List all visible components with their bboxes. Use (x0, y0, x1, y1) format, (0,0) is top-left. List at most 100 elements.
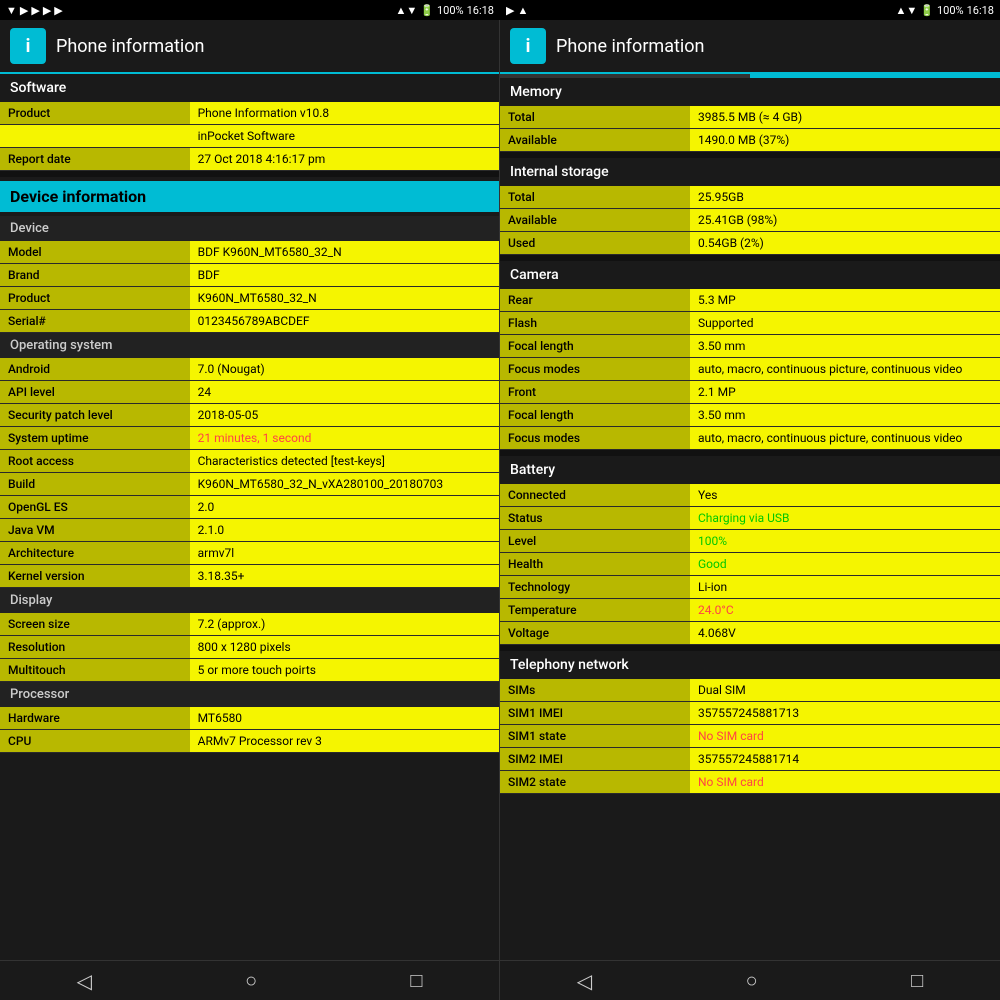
telephony-table: SIMs Dual SIM SIM1 IMEI 357557245881713 … (500, 679, 1000, 794)
label-front: Front (500, 381, 690, 404)
value-serial: 0123456789ABCDEF (190, 310, 499, 333)
value-total-mem: 3985.5 MB (≈ 4 GB) (690, 106, 1000, 129)
label-serial: Serial# (0, 310, 190, 333)
table-row: inPocket Software (0, 125, 499, 148)
storage-section-header: Internal storage (500, 158, 1000, 186)
table-row: Connected Yes (500, 484, 1000, 507)
back-button-r[interactable]: ◁ (577, 969, 592, 993)
table-row: Health Good (500, 553, 1000, 576)
value-front: 2.1 MP (690, 381, 1000, 404)
notification-icon-2: ▶ (20, 4, 28, 17)
label-build: Build (0, 473, 190, 496)
table-row: Hardware MT6580 (0, 707, 499, 730)
battery-table: Connected Yes Status Charging via USB Le… (500, 484, 1000, 645)
memory-section-header: Memory (500, 78, 1000, 106)
table-row: Multitouch 5 or more touch poirts (0, 659, 499, 682)
value-total-stor: 25.95GB (690, 186, 1000, 209)
table-row: Build K960N_MT6580_32_N_vXA280100_201807… (0, 473, 499, 496)
value-focal-front: 3.50 mm (690, 404, 1000, 427)
value-inpocket: inPocket Software (190, 125, 499, 148)
label-sims: SIMs (500, 679, 690, 702)
label-focus-front: Focus modes (500, 427, 690, 450)
label-security: Security patch level (0, 404, 190, 427)
left-panel-content[interactable]: Software Product Phone Information v10.8… (0, 74, 499, 960)
processor-table: Hardware MT6580 CPU ARMv7 Processor rev … (0, 707, 499, 753)
table-row: Root access Characteristics detected [te… (0, 450, 499, 473)
label-sim2-imei: SIM2 IMEI (500, 748, 690, 771)
label-api: API level (0, 381, 190, 404)
table-row: Front 2.1 MP (500, 381, 1000, 404)
home-button[interactable]: ○ (245, 968, 257, 993)
label-avail-stor: Available (500, 209, 690, 232)
value-health: Good (690, 553, 1000, 576)
label-javavm: Java VM (0, 519, 190, 542)
value-sim2-state: No SIM card (690, 771, 1000, 794)
table-row: Technology Li-ion (500, 576, 1000, 599)
table-row: Temperature 24.0°C (500, 599, 1000, 622)
table-row: Model BDF K960N_MT6580_32_N (0, 241, 499, 264)
right-panel-icon: i (510, 28, 546, 64)
label-level: Level (500, 530, 690, 553)
status-bar-right-panel: ▶ ▲ ▲▼ 🔋 100% 16:18 (500, 0, 1000, 20)
storage-table: Total 25.95GB Available 25.41GB (98%) Us… (500, 186, 1000, 255)
table-row: Status Charging via USB (500, 507, 1000, 530)
value-rear: 5.3 MP (690, 289, 1000, 312)
label-sim1-state: SIM1 state (500, 725, 690, 748)
value-level: 100% (690, 530, 1000, 553)
table-row: Product K960N_MT6580_32_N (0, 287, 499, 310)
processor-sub-header: Processor (0, 682, 499, 707)
right-panel-content[interactable]: Memory Total 3985.5 MB (≈ 4 GB) Availabl… (500, 78, 1000, 960)
device-sub-header: Device (0, 216, 499, 241)
label-total-stor: Total (500, 186, 690, 209)
table-row: Used 0.54GB (2%) (500, 232, 1000, 255)
status-icons-right: ▶ ▲ (506, 4, 528, 17)
table-row: SIM1 state No SIM card (500, 725, 1000, 748)
table-row: Level 100% (500, 530, 1000, 553)
camera-section-header: Camera (500, 261, 1000, 289)
home-button-r[interactable]: ○ (746, 968, 758, 993)
label-health: Health (500, 553, 690, 576)
notification-icon-r2: ▲ (517, 4, 528, 17)
telephony-section-header: Telephony network (500, 651, 1000, 679)
right-nav-bar: ◁ ○ □ (500, 960, 1000, 1000)
value-focal-rear: 3.50 mm (690, 335, 1000, 358)
table-row: Focal length 3.50 mm (500, 404, 1000, 427)
label-uptime: System uptime (0, 427, 190, 450)
software-table: Product Phone Information v10.8 inPocket… (0, 102, 499, 171)
status-bar-left-panel: ▼ ▶ ▶ ▶ ▶ ▲▼ 🔋 100% 16:18 (0, 0, 500, 20)
left-panel: i Phone information Software Product Pho… (0, 20, 500, 1000)
left-panel-header: i Phone information (0, 20, 499, 74)
value-cpu: ARMv7 Processor rev 3 (190, 730, 499, 753)
recent-button-r[interactable]: □ (911, 968, 923, 993)
table-row: Report date 27 Oct 2018 4:16:17 pm (0, 148, 499, 171)
value-multitouch: 5 or more touch poirts (190, 659, 499, 682)
label-root: Root access (0, 450, 190, 473)
table-row: Serial# 0123456789ABCDEF (0, 310, 499, 333)
battery-percent-r: 100% (937, 4, 964, 17)
table-row: Resolution 800 x 1280 pixels (0, 636, 499, 659)
value-android: 7.0 (Nougat) (190, 358, 499, 381)
time-display: 16:18 (467, 4, 494, 17)
value-screen: 7.2 (approx.) (190, 613, 499, 636)
value-sim1-imei: 357557245881713 (690, 702, 1000, 725)
label-rear: Rear (500, 289, 690, 312)
value-sim1-state: No SIM card (690, 725, 1000, 748)
value-brand: BDF (190, 264, 499, 287)
label-arch: Architecture (0, 542, 190, 565)
battery-section-header: Battery (500, 456, 1000, 484)
table-row: SIM2 IMEI 357557245881714 (500, 748, 1000, 771)
notification-icon-1: ▼ (6, 4, 17, 17)
table-row: System uptime 21 minutes, 1 second (0, 427, 499, 450)
os-sub-header: Operating system (0, 333, 499, 358)
table-row: Total 25.95GB (500, 186, 1000, 209)
recent-button[interactable]: □ (410, 968, 422, 993)
time-display-r: 16:18 (967, 4, 994, 17)
label-focus-rear: Focus modes (500, 358, 690, 381)
value-technology: Li-ion (690, 576, 1000, 599)
table-row: Security patch level 2018-05-05 (0, 404, 499, 427)
back-button[interactable]: ◁ (77, 969, 92, 993)
status-right-left-panel: ▲▼ 🔋 100% 16:18 (396, 4, 495, 17)
value-kernel: 3.18.35+ (190, 565, 499, 588)
signal-icon-r: ▲▼ (896, 4, 918, 17)
value-focus-rear: auto, macro, continuous picture, continu… (690, 358, 1000, 381)
